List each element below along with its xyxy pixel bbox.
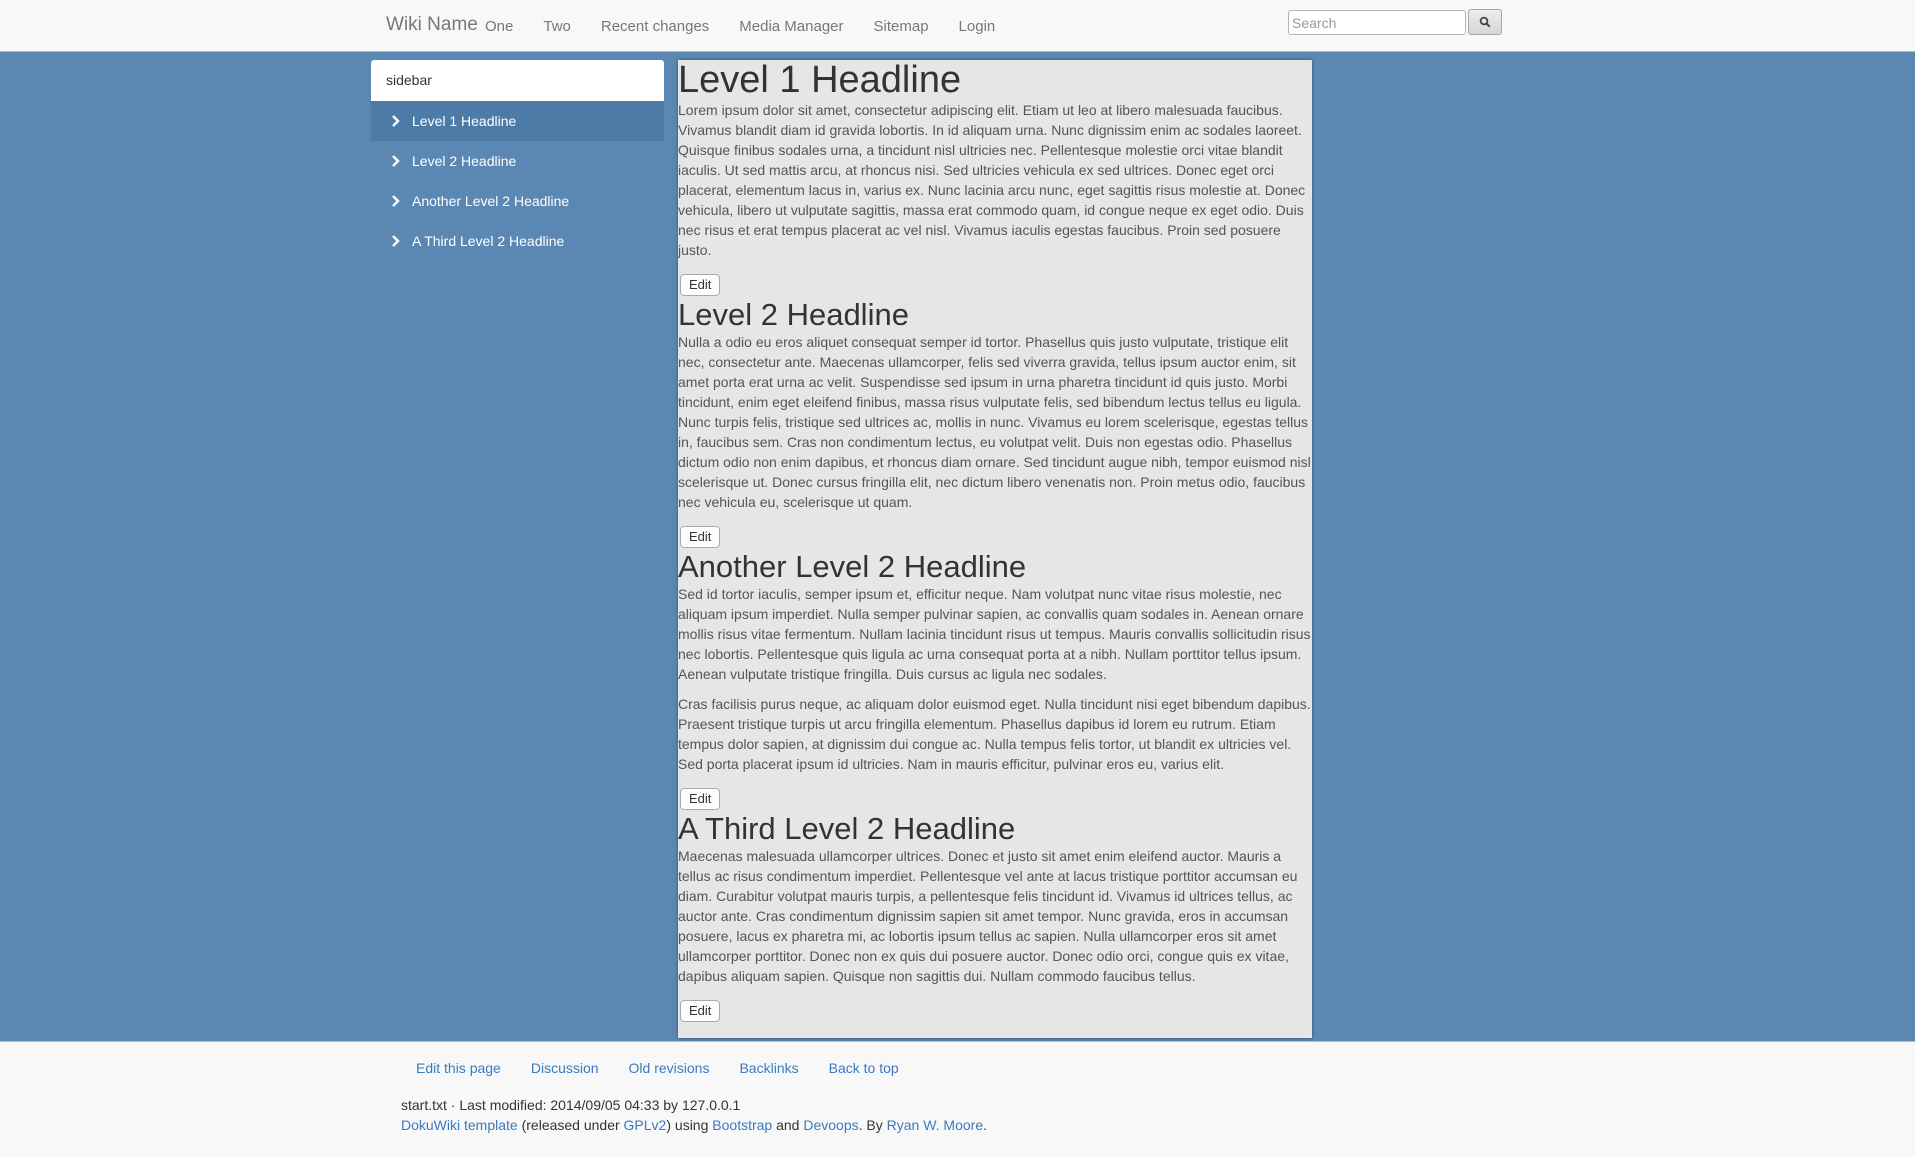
footer-credit: DokuWiki template (released under GPLv2)… — [401, 1115, 987, 1135]
section-level-2: Level 2 Headline Nulla a odio eu eros al… — [678, 298, 1312, 548]
sidebar-item-a-third-level-2-headline[interactable]: A Third Level 2 Headline — [371, 221, 664, 261]
credit-text: . — [983, 1117, 988, 1133]
nav-item-one[interactable]: One — [485, 18, 513, 35]
footer-meta: start.txt · Last modified: 2014/09/05 04… — [401, 1095, 987, 1135]
page-content: Level 1 Headline Lorem ipsum dolor sit a… — [678, 60, 1312, 1038]
search-button[interactable] — [1468, 9, 1502, 35]
sidebar-item-label: Level 1 Headline — [412, 113, 517, 129]
nav-item-sitemap[interactable]: Sitemap — [874, 18, 929, 35]
search-input[interactable] — [1288, 10, 1466, 35]
nav-item-two[interactable]: Two — [543, 18, 571, 35]
nav-item-login[interactable]: Login — [959, 18, 996, 35]
chevron-right-icon — [391, 195, 403, 207]
section-paragraph: Maecenas malesuada ullamcorper ultrices.… — [678, 848, 1298, 984]
devoops-link[interactable]: Devoops — [803, 1117, 858, 1133]
section-paragraph: Sed id tortor iaculis, semper ipsum et, … — [678, 586, 1311, 682]
edit-section-button[interactable]: Edit — [680, 1000, 721, 1022]
sidebar-item-label: Another Level 2 Headline — [412, 193, 570, 209]
old-revisions-link[interactable]: Old revisions — [629, 1060, 710, 1076]
search-icon — [1479, 16, 1491, 28]
back-to-top-link[interactable]: Back to top — [829, 1060, 899, 1076]
footer-page-actions: Edit this page Discussion Old revisions … — [416, 1060, 929, 1076]
section-heading: A Third Level 2 Headline — [678, 811, 1016, 846]
section-paragraph: Nulla a odio eu eros aliquet consequat s… — [678, 334, 1311, 510]
credit-text: ) using — [666, 1117, 713, 1133]
navbar: Wiki Name One Two Recent changes Media M… — [0, 0, 1915, 52]
page-title: Level 1 Headline — [678, 59, 962, 101]
section-level-1: Level 1 Headline Lorem ipsum dolor sit a… — [678, 60, 1312, 296]
credit-text: (released under — [517, 1117, 624, 1133]
last-modified-text: start.txt · Last modified: 2014/09/05 04… — [401, 1097, 741, 1113]
chevron-right-icon — [391, 115, 403, 127]
brand-link[interactable]: Wiki Name — [386, 14, 478, 36]
window-edge — [1915, 0, 1920, 1157]
footer: Edit this page Discussion Old revisions … — [0, 1041, 1915, 1157]
edit-section-button[interactable]: Edit — [680, 788, 721, 810]
section-heading: Level 2 Headline — [678, 297, 909, 332]
sidebar-item-level-1-headline[interactable]: Level 1 Headline — [371, 101, 664, 141]
sidebar: sidebar Level 1 Headline Level 2 Headlin… — [371, 60, 664, 261]
discussion-link[interactable]: Discussion — [531, 1060, 599, 1076]
credit-text: . By — [858, 1117, 887, 1133]
sidebar-title: sidebar — [371, 60, 664, 101]
nav-item-media-manager[interactable]: Media Manager — [739, 18, 843, 35]
author-link[interactable]: Ryan W. Moore — [887, 1117, 983, 1133]
section-another-level-2: Another Level 2 Headline Sed id tortor i… — [678, 550, 1312, 810]
credit-text: and — [772, 1117, 804, 1133]
chevron-right-icon — [391, 235, 403, 247]
section-heading: Another Level 2 Headline — [678, 549, 1027, 584]
edit-section-button[interactable]: Edit — [680, 526, 721, 548]
dokuwiki-template-link[interactable]: DokuWiki template — [401, 1117, 518, 1133]
sidebar-item-label: Level 2 Headline — [412, 153, 517, 169]
edit-section-button[interactable]: Edit — [680, 274, 721, 296]
nav-item-recent-changes[interactable]: Recent changes — [601, 18, 709, 35]
sidebar-item-label: A Third Level 2 Headline — [412, 233, 565, 249]
nav-menu: One Two Recent changes Media Manager Sit… — [485, 0, 1025, 52]
backlinks-link[interactable]: Backlinks — [739, 1060, 798, 1076]
sidebar-item-level-2-headline[interactable]: Level 2 Headline — [371, 141, 664, 181]
section-paragraph: Cras facilisis purus neque, ac aliquam d… — [678, 696, 1311, 772]
gplv2-link[interactable]: GPLv2 — [624, 1117, 667, 1133]
section-paragraph: Lorem ipsum dolor sit amet, consectetur … — [678, 102, 1306, 258]
edit-this-page-link[interactable]: Edit this page — [416, 1060, 501, 1076]
sidebar-item-another-level-2-headline[interactable]: Another Level 2 Headline — [371, 181, 664, 221]
bootstrap-link[interactable]: Bootstrap — [712, 1117, 772, 1133]
section-third-level-2: A Third Level 2 Headline Maecenas malesu… — [678, 812, 1312, 1022]
chevron-right-icon — [391, 155, 403, 167]
